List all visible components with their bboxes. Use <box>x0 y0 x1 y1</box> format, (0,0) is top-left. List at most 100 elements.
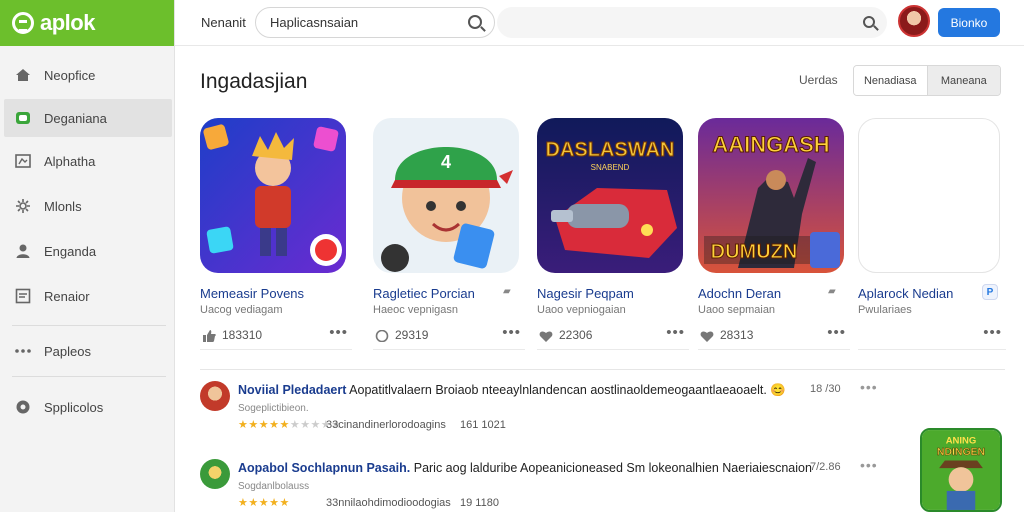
sidebar-item-label: Renaior <box>44 288 90 304</box>
app-title[interactable]: Nagesir Peqpam <box>537 286 634 301</box>
sort-toggle: Nenadiasa Maneana <box>853 65 1001 96</box>
app-card[interactable]: 4 Ragletiec Porcian Haeoc vepnigasn ▰ 29… <box>373 118 525 356</box>
app-card[interactable]: AAINGASH DUMUZN Adochn Deran Uaoo sepmai… <box>698 118 850 356</box>
review-date: 19 1180 <box>460 497 499 509</box>
global-search-field[interactable] <box>497 7 887 38</box>
avatar[interactable] <box>898 5 930 37</box>
app-title[interactable]: Memeasir Povens <box>200 286 304 301</box>
review-item: Aopabol Sochlapnun Pasaih. Paric aog lal… <box>200 457 900 512</box>
sidebar-item-label: Spplicolos <box>44 399 104 415</box>
card-footer: 183310 ••• <box>200 322 352 350</box>
more-options-icon[interactable]: ••• <box>860 457 878 473</box>
more-options-icon[interactable]: ••• <box>329 324 348 341</box>
comment-icon <box>375 329 389 343</box>
promo-tile[interactable]: ANING NDINGEN <box>920 428 1002 512</box>
app-thumbnail[interactable] <box>200 118 346 273</box>
sidebar-item-label: Neopfice <box>44 67 96 83</box>
games-icon <box>14 109 32 127</box>
review-text: Paric aog lalduribe Aopeanicioneased Sm … <box>413 461 812 475</box>
info-icon[interactable]: P <box>982 284 998 300</box>
sidebar-item-papleos[interactable]: Papleos <box>0 332 172 370</box>
review-meta: 33cinandinerlorodoagins <box>326 419 446 431</box>
person-icon <box>14 242 32 260</box>
more-options-icon[interactable]: ••• <box>666 324 685 341</box>
download-count: 22306 <box>559 328 593 342</box>
more-options-icon[interactable]: ••• <box>983 324 1002 341</box>
card-footer: ••• <box>858 322 1006 350</box>
apps-icon <box>14 152 32 170</box>
review-item: Noviial Pledadaert Aopatitlvalaern Broia… <box>200 379 900 441</box>
svg-text:NDINGEN: NDINGEN <box>937 447 985 458</box>
card-footer: 29319 ••• <box>373 322 525 350</box>
card-footer: 28313 ••• <box>698 322 850 350</box>
sidebar-item-apps[interactable]: Alphatha <box>0 142 172 180</box>
app-subtitle: Uaoo sepmaian <box>698 304 776 316</box>
sidebar-item-label: Alphatha <box>44 153 96 169</box>
more-options-icon[interactable]: ••• <box>827 324 846 341</box>
sidebar: aplok Neopfice Deganiana Alphatha Mlonls… <box>0 0 175 512</box>
app-title[interactable]: Adochn Deran <box>698 286 781 301</box>
sort-option-2[interactable]: Maneana <box>927 66 1000 95</box>
reviewer-name[interactable]: Noviial Pledadaert <box>238 383 346 397</box>
logo-text: aplok <box>40 10 95 35</box>
logo[interactable]: aplok <box>0 0 174 46</box>
sort-option-1[interactable]: Nenadiasa <box>854 66 928 95</box>
search-box[interactable] <box>255 7 495 38</box>
app-card[interactable]: DASLASWAN SNABEND Nagesir Peqpam Uaoo ve… <box>537 118 689 356</box>
review-date: 161 1021 <box>460 419 506 431</box>
dots-icon <box>14 342 32 360</box>
top-label: Nenanit <box>201 15 246 30</box>
heart-icon <box>700 329 714 342</box>
app-thumbnail[interactable]: 4 <box>373 118 519 273</box>
avatar[interactable] <box>200 459 230 489</box>
app-thumbnail[interactable]: AAINGASH DUMUZN <box>698 118 844 273</box>
sidebar-item-label: Mlonls <box>44 198 82 214</box>
reviewer-name[interactable]: Aopabol Sochlapnun Pasaih. <box>238 461 410 475</box>
app-title[interactable]: Aplarock Nedian <box>858 286 953 301</box>
app-title[interactable]: Ragletiec Porcian <box>373 286 475 301</box>
svg-text:DUMUZN: DUMUZN <box>711 241 798 263</box>
bookmark-icon[interactable]: ▰ <box>503 286 517 300</box>
page-title: Ingadasjian <box>200 70 308 93</box>
heart-icon <box>539 329 553 342</box>
search-icon[interactable] <box>468 15 482 29</box>
settings-icon <box>14 398 32 416</box>
download-count: 183310 <box>222 328 263 342</box>
review-subtitle: Sogeplictibieon. <box>238 403 309 414</box>
app-subtitle: Pwulariaes <box>858 304 912 316</box>
puzzle-icon <box>14 197 32 215</box>
search-input[interactable] <box>270 15 460 30</box>
svg-text:4: 4 <box>441 152 451 172</box>
app-thumbnail[interactable]: DASLASWAN SNABEND <box>537 118 683 273</box>
sidebar-divider <box>12 325 166 326</box>
download-count: 29319 <box>395 328 429 342</box>
sidebar-item-label: Papleos <box>44 343 91 359</box>
sidebar-item-label: Enganda <box>44 243 97 259</box>
review-count: 18 /30 <box>810 383 841 395</box>
section-divider <box>200 369 1005 370</box>
sidebar-divider <box>12 376 166 377</box>
sidebar-item-enganda[interactable]: Enganda <box>0 232 172 270</box>
avatar[interactable] <box>200 381 230 411</box>
home-icon <box>14 66 32 84</box>
search-icon[interactable] <box>863 16 875 28</box>
svg-text:AAINGASH: AAINGASH <box>712 132 829 157</box>
more-options-icon[interactable]: ••• <box>502 324 521 341</box>
bookmark-icon[interactable]: ▰ <box>828 286 842 300</box>
list-icon <box>14 287 32 305</box>
sidebar-item-spplicolos[interactable]: Spplicolos <box>0 388 172 426</box>
app-card[interactable]: Memeasir Povens Uacog vediagam 183310 ••… <box>200 118 352 356</box>
card-footer: 22306 ••• <box>537 322 689 350</box>
svg-text:SNABEND: SNABEND <box>591 163 630 172</box>
sidebar-item-renaior[interactable]: Renaior <box>0 277 172 315</box>
more-options-icon[interactable]: ••• <box>860 379 878 395</box>
sidebar-item-mlonls[interactable]: Mlonls <box>0 187 172 225</box>
logo-icon <box>12 12 34 34</box>
app-subtitle: Uaoo vepniogaian <box>537 304 626 316</box>
app-thumbnail[interactable] <box>858 118 1000 273</box>
app-card[interactable]: Aplarock Nedian Pwulariaes P ••• <box>858 118 1010 356</box>
sidebar-item-games[interactable]: Deganiana <box>4 99 172 137</box>
sign-in-button[interactable]: Bionko <box>938 8 1000 37</box>
review-count: 7/2.86 <box>810 461 841 473</box>
sidebar-item-home[interactable]: Neopfice <box>0 56 172 94</box>
